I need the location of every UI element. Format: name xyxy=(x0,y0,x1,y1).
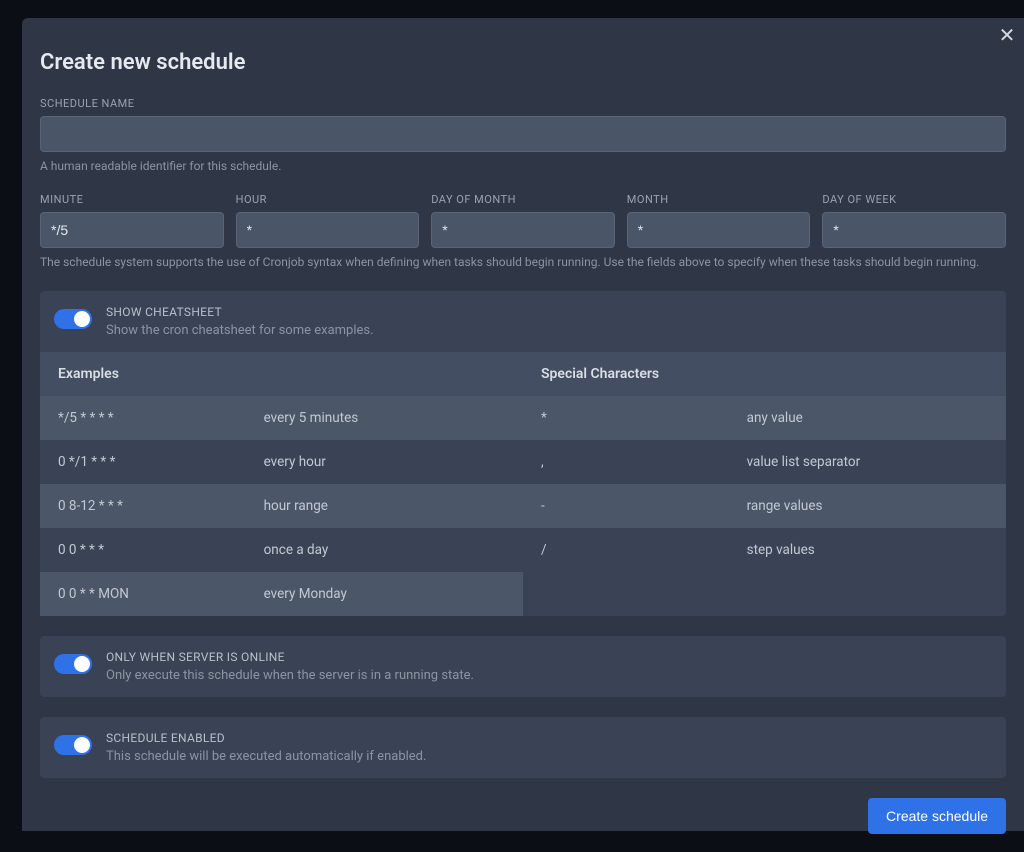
cron-dom-label: DAY OF MONTH xyxy=(431,193,615,206)
example-desc: every Monday xyxy=(264,586,505,602)
table-row: 0 0 * * * once a day xyxy=(40,528,523,572)
special-desc: any value xyxy=(747,410,988,426)
cron-minute-input[interactable] xyxy=(40,212,224,248)
cron-dow-input[interactable] xyxy=(822,212,1006,248)
cron-month-field: MONTH xyxy=(627,193,811,248)
cheatsheet-tables: Examples */5 * * * * every 5 minutes 0 *… xyxy=(40,352,1006,616)
show-cheatsheet-title: SHOW CHEATSHEET xyxy=(106,305,374,319)
table-row: - range values xyxy=(523,484,1006,528)
example-expr: 0 0 * * MON xyxy=(58,586,264,602)
table-row: , value list separator xyxy=(523,440,1006,484)
close-icon[interactable]: ✕ xyxy=(996,24,1018,46)
show-cheatsheet-toggle[interactable] xyxy=(54,309,92,329)
cheatsheet-panel: SHOW CHEATSHEET Show the cron cheatsheet… xyxy=(40,291,1006,616)
cron-month-label: MONTH xyxy=(627,193,811,206)
example-expr: 0 0 * * * xyxy=(58,542,264,558)
example-desc: every 5 minutes xyxy=(264,410,505,426)
cron-month-input[interactable] xyxy=(627,212,811,248)
example-desc: hour range xyxy=(264,498,505,514)
table-row: */5 * * * * every 5 minutes xyxy=(40,396,523,440)
examples-header: Examples xyxy=(40,352,523,396)
special-desc: range values xyxy=(747,498,988,514)
schedule-enabled-title: SCHEDULE ENABLED xyxy=(106,731,426,745)
cron-hour-field: HOUR xyxy=(236,193,420,248)
example-expr: 0 8-12 * * * xyxy=(58,498,264,514)
schedule-name-section: SCHEDULE NAME A human readable identifie… xyxy=(40,97,1006,175)
online-only-title: ONLY WHEN SERVER IS ONLINE xyxy=(106,650,474,664)
cron-dom-input[interactable] xyxy=(431,212,615,248)
special-desc: value list separator xyxy=(747,454,988,470)
show-cheatsheet-desc: Show the cron cheatsheet for some exampl… xyxy=(106,323,374,338)
table-row: 0 0 * * MON every Monday xyxy=(40,572,523,616)
table-row: / step values xyxy=(523,528,1006,572)
cron-helper: The schedule system supports the use of … xyxy=(40,254,1006,271)
online-only-desc: Only execute this schedule when the serv… xyxy=(106,668,474,683)
specials-header: Special Characters xyxy=(523,352,1006,396)
cron-fields-row: MINUTE HOUR DAY OF MONTH MONTH DAY OF WE… xyxy=(40,193,1006,248)
modal-title: Create new schedule xyxy=(40,50,1006,75)
create-schedule-modal: ✕ Create new schedule SCHEDULE NAME A hu… xyxy=(22,18,1024,831)
create-schedule-button[interactable]: Create schedule xyxy=(868,798,1006,834)
cron-hour-label: HOUR xyxy=(236,193,420,206)
example-desc: once a day xyxy=(264,542,505,558)
special-char: - xyxy=(541,498,747,514)
example-expr: 0 */1 * * * xyxy=(58,454,264,470)
special-char: , xyxy=(541,454,747,470)
schedule-enabled-desc: This schedule will be executed automatic… xyxy=(106,749,426,764)
example-desc: every hour xyxy=(264,454,505,470)
cron-hour-input[interactable] xyxy=(236,212,420,248)
cron-dom-field: DAY OF MONTH xyxy=(431,193,615,248)
cron-dow-field: DAY OF WEEK xyxy=(822,193,1006,248)
table-row: 0 8-12 * * * hour range xyxy=(40,484,523,528)
online-only-panel: ONLY WHEN SERVER IS ONLINE Only execute … xyxy=(40,636,1006,697)
special-char: / xyxy=(541,542,747,558)
cron-minute-field: MINUTE xyxy=(40,193,224,248)
cron-minute-label: MINUTE xyxy=(40,193,224,206)
schedule-name-label: SCHEDULE NAME xyxy=(40,97,1006,110)
modal-footer: Create schedule xyxy=(40,778,1006,834)
table-row: * any value xyxy=(523,396,1006,440)
online-only-toggle[interactable] xyxy=(54,654,92,674)
schedule-enabled-toggle[interactable] xyxy=(54,735,92,755)
schedule-name-helper: A human readable identifier for this sch… xyxy=(40,158,1006,175)
schedule-name-input[interactable] xyxy=(40,116,1006,152)
cron-dow-label: DAY OF WEEK xyxy=(822,193,1006,206)
example-expr: */5 * * * * xyxy=(58,410,264,426)
examples-table: Examples */5 * * * * every 5 minutes 0 *… xyxy=(40,352,523,616)
special-desc: step values xyxy=(747,542,988,558)
schedule-enabled-panel: SCHEDULE ENABLED This schedule will be e… xyxy=(40,717,1006,778)
specials-table: Special Characters * any value , value l… xyxy=(523,352,1006,616)
special-char: * xyxy=(541,410,747,426)
table-row: 0 */1 * * * every hour xyxy=(40,440,523,484)
